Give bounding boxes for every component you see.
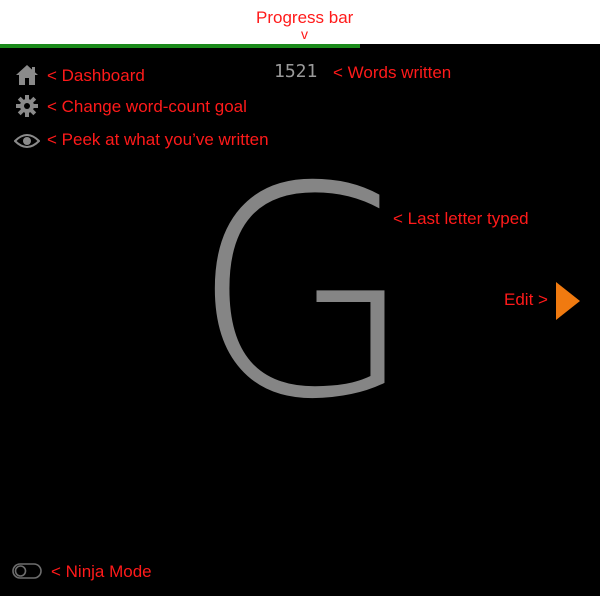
gear-icon[interactable]	[14, 94, 40, 118]
home-icon[interactable]	[14, 63, 40, 87]
dashboard-annotation: < Dashboard	[47, 66, 145, 85]
words-annotation: < Words written	[333, 63, 452, 82]
edit-annotation: Edit >	[504, 290, 548, 309]
word-count: 1521	[274, 61, 318, 82]
eye-icon[interactable]	[14, 129, 40, 153]
last-letter-annotation: < Last letter typed	[393, 209, 529, 228]
ninja-annotation: < Ninja Mode	[51, 562, 152, 581]
progress-bar	[0, 44, 600, 48]
last-letter: G	[190, 126, 416, 463]
progress-bar-fill	[0, 44, 360, 48]
goal-annotation: < Change word-count goal	[47, 97, 247, 116]
triangle-right-icon[interactable]	[556, 282, 580, 320]
progress-bar-caret: v	[301, 26, 308, 42]
toggle-icon[interactable]	[12, 563, 42, 579]
progress-bar-annotation: Progress bar	[256, 8, 354, 27]
